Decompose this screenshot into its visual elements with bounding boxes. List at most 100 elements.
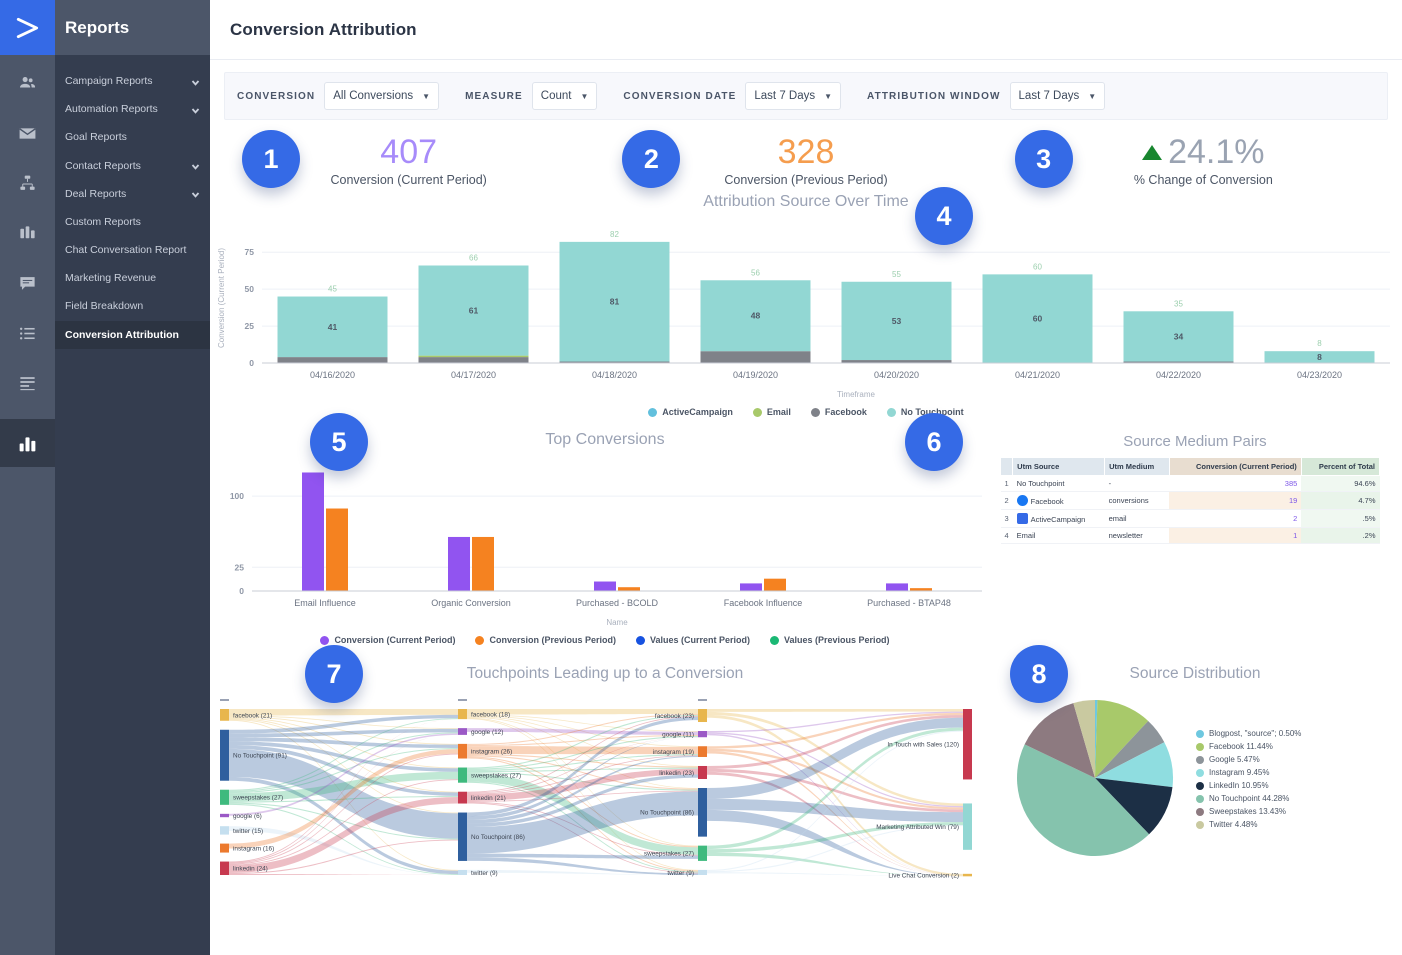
sidebar-item-contact-reports[interactable]: Contact Reports [55,152,210,180]
bar-previous[interactable] [618,587,640,592]
pie-legend-item[interactable]: No Touchpoint 44.28% [1196,794,1301,803]
sankey-node[interactable] [220,814,229,818]
filter-select-conversion-date[interactable]: Last 7 Days ▼ [745,82,842,110]
sankey-node[interactable] [220,709,229,722]
bar-current[interactable] [302,472,324,592]
chevron-down-icon[interactable] [191,161,200,170]
pie-legend-item[interactable]: Blogpost, "source"; 0.50% [1196,729,1301,738]
sankey-node[interactable] [458,744,467,759]
sankey-node[interactable] [963,874,972,877]
sidebar-item-custom-reports[interactable]: Custom Reports [55,208,210,236]
sidebar-item-deal-reports[interactable]: Deal Reports [55,180,210,208]
table-header-cell[interactable]: Utm Medium [1104,457,1170,477]
sankey-node[interactable] [458,812,467,862]
sankey-node[interactable] [963,709,972,780]
sidebar-item-chat-conversation-report[interactable]: Chat Conversation Report [55,236,210,264]
automation-icon[interactable] [13,169,43,197]
sidebar-item-label: Automation Reports [65,103,158,116]
conversations-icon[interactable] [13,269,43,297]
sankey-node[interactable] [458,709,467,720]
top-conversions-chart[interactable]: 0 25 100 Email Influence Organic Conversion P… [210,453,990,633]
sankey-node[interactable] [458,870,467,876]
sankey-node[interactable] [220,790,229,806]
pie-legend-label: Twitter 4.48% [1209,819,1258,829]
filter-label-attribution-window: ATTRIBUTION WINDOW [867,90,1001,102]
pie-legend-item[interactable]: Sweepstakes 13.43% [1196,807,1301,816]
legend-item[interactable]: Values (Previous Period) [770,635,890,645]
legend-item[interactable]: Email [752,407,791,417]
sankey-node[interactable] [458,767,467,784]
sankey-node[interactable] [963,803,972,851]
bar-segment-facebook[interactable] [277,357,388,364]
legend-item[interactable]: Conversion (Current Period) [320,635,455,645]
legend-color-swatch [1196,794,1204,803]
attribution-source-over-time-chart[interactable]: 0 25 50 75 Conversion (Current Period) 41 45 04… [210,215,1402,405]
sidebar-item-campaign-reports[interactable]: Campaign Reports [55,67,210,95]
bar-current[interactable] [886,583,908,592]
sankey-node[interactable] [698,846,707,862]
bar-previous[interactable] [764,579,786,592]
email-icon[interactable] [13,119,43,147]
pie-legend-item[interactable]: LinkedIn 10.95% [1196,781,1301,790]
pie-legend-item[interactable]: Google 5.47% [1196,755,1301,764]
bar-current[interactable] [740,583,762,592]
bar-current[interactable] [448,537,470,592]
sankey-node[interactable] [698,731,707,738]
bar-previous[interactable] [326,508,348,592]
table-row[interactable]: 4 Email newsletter 1.2% [1000,527,1380,545]
lists-icon[interactable] [13,319,43,347]
deals-icon[interactable] [13,219,43,247]
reports-icon[interactable] [0,419,55,467]
sidebar-item-field-breakdown[interactable]: Field Breakdown [55,292,210,320]
sankey-node[interactable] [698,746,707,758]
sankey-node[interactable] [458,728,467,736]
pie-legend-item[interactable]: Twitter 4.48% [1196,820,1301,829]
app-logo[interactable] [0,0,55,55]
pie-legend-item[interactable]: Facebook 11.44% [1196,742,1301,751]
legend-item[interactable]: Values (Current Period) [635,635,750,645]
table-row[interactable]: 1 No Touchpoint -385 94.6% [1000,475,1380,493]
table-row[interactable]: 2 Facebook conversions 19 4.7% [1000,491,1380,511]
chevron-down-icon[interactable] [191,77,200,86]
sankey-node[interactable] [698,788,707,838]
sidebar-item-conversion-attribution[interactable]: Conversion Attribution [55,320,210,349]
sankey-node[interactable] [220,861,229,876]
sidebar-item-marketing-revenue[interactable]: Marketing Revenue [55,264,210,292]
pie-legend-item[interactable]: Instagram 9.45% [1196,768,1301,777]
bar-current[interactable] [594,581,616,592]
source-distribution-pie-chart[interactable] [1000,693,1190,868]
sankey-node[interactable] [698,766,707,780]
sankey-link[interactable] [229,874,458,876]
legend-label: ActiveCampaign [662,407,733,418]
filter-select-attribution-window[interactable]: Last 7 Days ▼ [1009,82,1106,110]
filter-select-conversion[interactable]: All Conversions ▼ [324,82,440,110]
bar-segment-email[interactable] [418,356,529,358]
bar-previous[interactable] [472,537,494,592]
legend-item[interactable]: Facebook [810,407,867,417]
table-header-cell[interactable]: Utm Source [1012,457,1106,477]
table-cell-source: ActiveCampaign [1012,509,1105,529]
sankey-node[interactable] [220,843,229,853]
sankey-node[interactable] [698,709,707,723]
contacts-icon[interactable] [13,69,43,97]
table-header-cell[interactable]: Conversion (Current Period) [1168,457,1302,477]
chevron-down-icon[interactable] [191,189,200,198]
sankey-node[interactable] [220,826,229,835]
filter-select-measure[interactable]: Count ▼ [531,82,598,110]
touchpoints-sankey-diagram[interactable]: facebook (21) No Touchpoint (91) sweepstak… [210,695,990,885]
chevron-down-icon[interactable] [191,105,200,114]
sankey-link[interactable] [707,709,963,713]
forms-icon[interactable] [13,369,43,397]
sankey-node[interactable] [220,730,229,782]
table-row[interactable]: 3 ActiveCampaign email 2.5% [1000,509,1380,529]
legend-item[interactable]: Conversion (Previous Period) [475,635,616,645]
bar-segment-facebook[interactable] [700,351,811,364]
sidebar-item-goal-reports[interactable]: Goal Reports [55,123,210,151]
table-header-cell[interactable]: Percent of Total [1300,457,1381,477]
sankey-node[interactable] [458,792,467,804]
bar-segment-facebook[interactable] [418,357,529,364]
sankey-node[interactable] [698,870,707,876]
sidebar-item-automation-reports[interactable]: Automation Reports [55,95,210,123]
sankey-node-label: instagram (26) [471,749,512,756]
legend-item[interactable]: ActiveCampaign [648,407,733,417]
